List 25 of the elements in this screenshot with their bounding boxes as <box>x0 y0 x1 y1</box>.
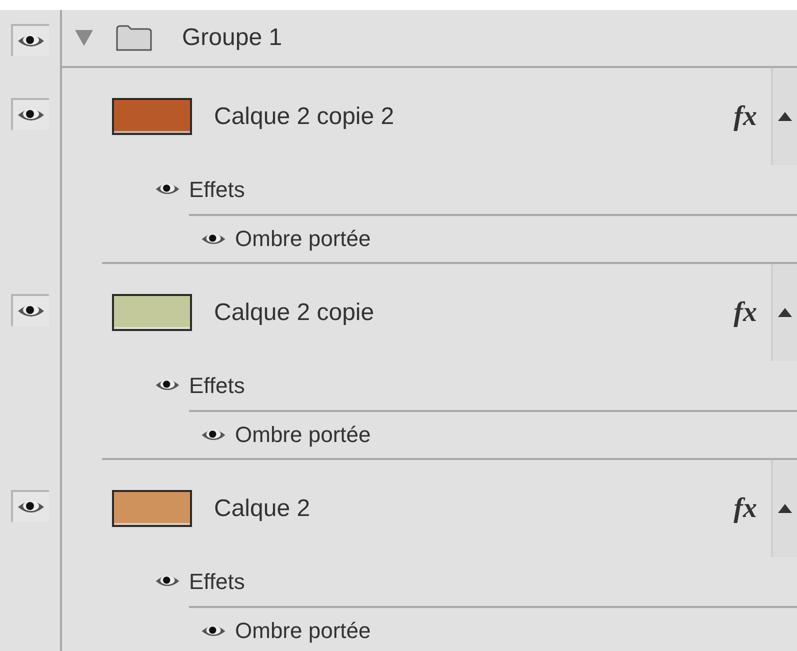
visibility-toggle[interactable] <box>11 24 49 56</box>
effects-badge[interactable]: fx <box>734 296 757 328</box>
disclosure-triangle-icon[interactable] <box>74 29 94 47</box>
effects-badge[interactable]: fx <box>734 100 757 132</box>
scroll-bar[interactable] <box>771 460 797 557</box>
layer-name[interactable]: Calque 2 copie 2 <box>214 102 394 130</box>
scroll-bar[interactable] <box>771 68 797 165</box>
effect-name[interactable]: Ombre portée <box>235 226 371 252</box>
effects-badge[interactable]: fx <box>734 492 757 524</box>
layer-name[interactable]: Calque 2 copie <box>214 298 374 326</box>
up-arrow-icon[interactable] <box>778 308 792 317</box>
visibility-toggle[interactable] <box>11 98 49 130</box>
effects-label[interactable]: Effets <box>189 372 245 398</box>
scroll-bar[interactable] <box>771 264 797 361</box>
layer-name[interactable]: Calque 2 <box>214 494 310 522</box>
effects-label[interactable]: Effets <box>189 176 245 202</box>
up-arrow-icon[interactable] <box>778 504 792 513</box>
effect-name[interactable]: Ombre portée <box>235 618 371 644</box>
up-arrow-icon[interactable] <box>778 112 792 121</box>
group-name: Groupe 1 <box>182 24 282 52</box>
effects-label[interactable]: Effets <box>189 568 245 594</box>
folder-icon <box>116 25 152 51</box>
visibility-toggle[interactable] <box>11 294 49 326</box>
visibility-toggle[interactable] <box>11 490 49 522</box>
effect-name[interactable]: Ombre portée <box>235 422 371 448</box>
